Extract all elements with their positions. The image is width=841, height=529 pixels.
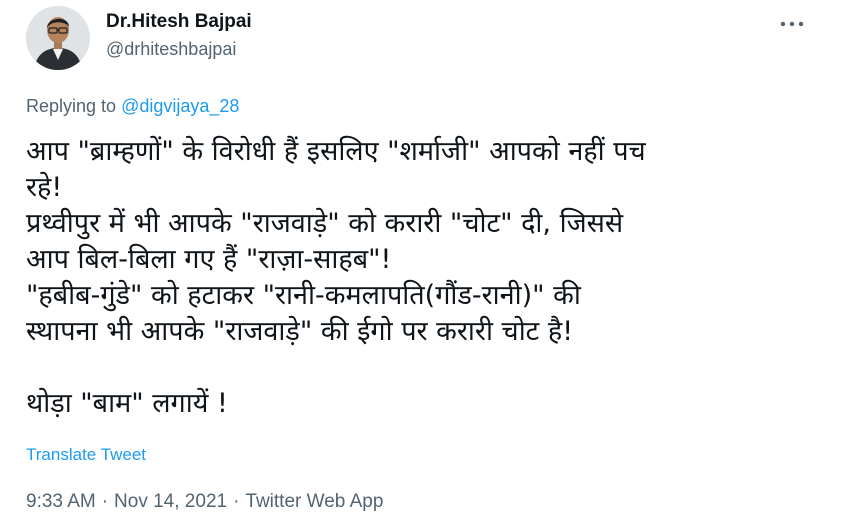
author-display-name[interactable]: Dr.Hitesh Bajpai [106, 10, 252, 34]
tweet-time[interactable]: 9:33 AM [26, 491, 96, 512]
tweet-text: आप "ब्राम्हणों" के विरोधी हैं इसलिए "शर्… [26, 136, 646, 419]
reply-mention-link[interactable]: @digvijaya_28 [121, 96, 239, 116]
replying-to: Replying to @digvijaya_28 [26, 94, 239, 118]
translate-tweet-link[interactable]: Translate Tweet [26, 444, 146, 466]
meta-separator-2: · [233, 491, 240, 512]
more-options-button[interactable] [777, 12, 807, 36]
tweet-source[interactable]: Twitter Web App [245, 491, 383, 512]
tweet-date[interactable]: Nov 14, 2021 [114, 491, 227, 512]
avatar-photo [26, 6, 90, 70]
replying-prefix: Replying to [26, 96, 117, 116]
meta-separator: · [101, 491, 109, 512]
avatar[interactable] [26, 6, 90, 70]
tweet: Dr.Hitesh Bajpai @drhiteshbajpai Replyin… [0, 0, 841, 529]
author-handle[interactable]: @drhiteshbajpai [106, 37, 252, 61]
more-horizontal-icon [780, 21, 804, 27]
author-block: Dr.Hitesh Bajpai @drhiteshbajpai [106, 10, 252, 61]
tweet-meta: 9:33 AM · Nov 14, 2021 · Twitter Web App [26, 489, 383, 515]
